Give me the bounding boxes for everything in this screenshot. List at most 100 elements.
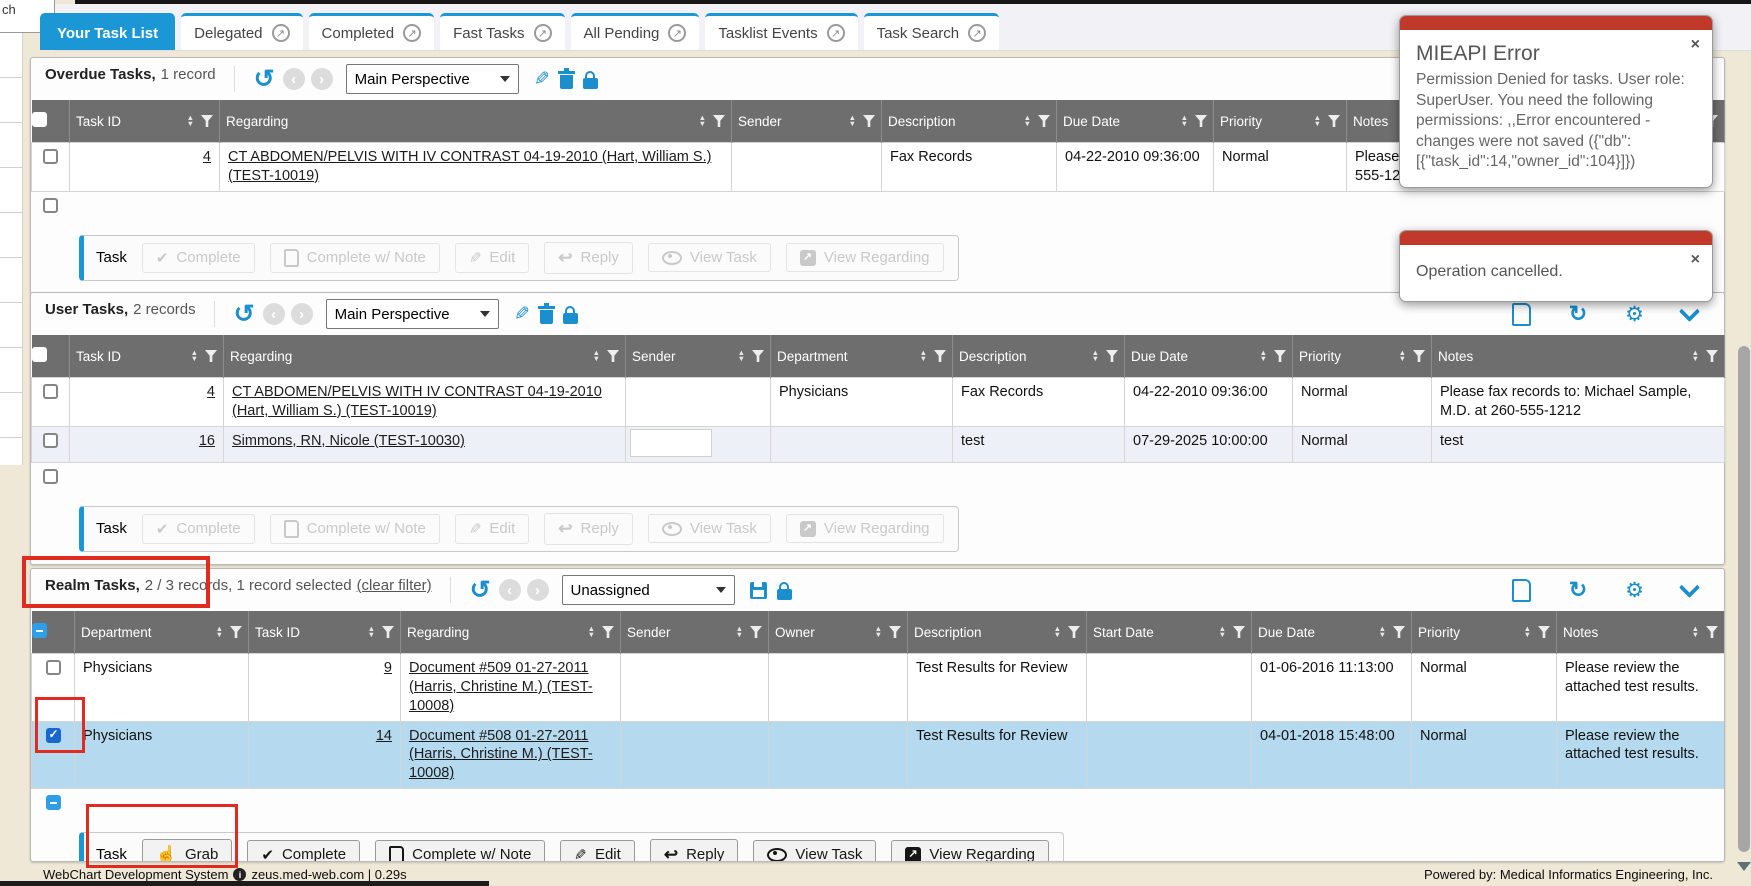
filter-icon[interactable]	[752, 350, 764, 362]
refresh-icon[interactable]	[470, 580, 491, 600]
filter-icon[interactable]	[1538, 626, 1550, 638]
external-link-icon[interactable]	[534, 24, 552, 42]
sort-icon[interactable]	[1379, 626, 1386, 638]
next-perspective-icon[interactable]	[291, 303, 313, 325]
row-checkbox[interactable]	[43, 384, 58, 399]
complete-button[interactable]: Complete	[247, 840, 360, 862]
view-task-button[interactable]: View Task	[648, 243, 771, 272]
sort-icon[interactable]	[1181, 115, 1188, 127]
collapse-chevron-icon[interactable]	[1679, 301, 1700, 322]
row-checkbox[interactable]	[43, 198, 58, 213]
regarding-link[interactable]: CT ABDOMEN/PELVIS WITH IV CONTRAST 04-19…	[228, 149, 711, 184]
select-all-header[interactable]	[32, 611, 75, 654]
filter-icon[interactable]	[934, 350, 946, 362]
sort-icon[interactable]	[875, 626, 882, 638]
new-document-icon[interactable]	[1512, 579, 1531, 602]
complete-w-note-button[interactable]: Complete w/ Note	[270, 243, 440, 273]
filter-icon[interactable]	[1068, 626, 1080, 638]
task-id-link[interactable]: 9	[257, 659, 392, 678]
row-checkbox[interactable]	[43, 433, 58, 448]
row-checkbox[interactable]	[46, 660, 61, 675]
sort-icon[interactable]	[736, 626, 743, 638]
tab-completed[interactable]: Completed	[309, 13, 435, 50]
tab-your-task-list[interactable]: Your Task List	[40, 13, 175, 50]
scrollbar-thumb[interactable]	[1738, 346, 1750, 852]
external-link-icon[interactable]	[827, 24, 845, 42]
regarding-link[interactable]: CT ABDOMEN/PELVIS WITH IV CONTRAST 04-19…	[232, 384, 602, 419]
sort-icon[interactable]	[699, 115, 706, 127]
close-icon[interactable]: ×	[1691, 36, 1700, 54]
sort-icon[interactable]	[216, 626, 223, 638]
filter-icon[interactable]	[750, 626, 762, 638]
sort-icon[interactable]	[593, 350, 600, 362]
reply-button[interactable]: Reply	[544, 242, 633, 274]
row-checkbox[interactable]	[43, 149, 58, 164]
sort-icon[interactable]	[187, 115, 194, 127]
task-id-link[interactable]: 4	[78, 148, 211, 167]
external-link-icon[interactable]	[668, 24, 686, 42]
filter-icon[interactable]	[1233, 626, 1245, 638]
refresh-icon[interactable]	[234, 304, 255, 324]
edit-button[interactable]: Edit	[560, 840, 634, 862]
task-id-link[interactable]: 16	[78, 432, 215, 451]
complete-button[interactable]: Complete	[142, 243, 255, 273]
view-regarding-button[interactable]: View Regarding	[891, 840, 1049, 862]
filter-icon[interactable]	[889, 626, 901, 638]
delete-perspective-icon[interactable]	[540, 310, 553, 324]
regarding-link[interactable]: Simmons, RN, Nicole (TEST-10030)	[232, 433, 465, 449]
scrollbar-down-arrow[interactable]	[1737, 862, 1751, 871]
select-all-header[interactable]	[32, 335, 70, 378]
filter-icon[interactable]	[602, 626, 614, 638]
sort-icon[interactable]	[1692, 350, 1699, 362]
sort-icon[interactable]	[1260, 350, 1267, 362]
filter-icon[interactable]	[607, 350, 619, 362]
select-all-checkbox[interactable]	[32, 623, 47, 638]
reload-icon[interactable]	[1569, 577, 1587, 603]
new-document-icon[interactable]	[1512, 303, 1531, 326]
filter-icon[interactable]	[1393, 626, 1405, 638]
sort-icon[interactable]	[1219, 626, 1226, 638]
tab-tasklist-events[interactable]: Tasklist Events	[705, 13, 857, 50]
external-link-icon[interactable]	[968, 24, 986, 42]
filter-icon[interactable]	[382, 626, 394, 638]
filter-icon[interactable]	[1274, 350, 1286, 362]
select-all-checkbox[interactable]	[32, 347, 47, 362]
task-id-link[interactable]: 4	[78, 383, 215, 402]
tab-task-search[interactable]: Task Search	[864, 13, 1000, 50]
gear-icon[interactable]	[1625, 302, 1644, 327]
edit-button[interactable]: Edit	[455, 514, 529, 544]
filter-icon[interactable]	[205, 350, 217, 362]
filter-icon[interactable]	[1413, 350, 1425, 362]
refresh-icon[interactable]	[254, 69, 275, 89]
info-icon[interactable]	[233, 868, 246, 881]
delete-perspective-icon[interactable]	[560, 75, 573, 89]
complete-button[interactable]: Complete	[142, 514, 255, 544]
save-icon[interactable]	[750, 582, 767, 599]
close-icon[interactable]: ×	[1691, 251, 1700, 269]
select-all-header[interactable]	[32, 100, 70, 143]
filter-icon[interactable]	[1195, 115, 1207, 127]
filter-icon[interactable]	[1038, 115, 1050, 127]
filter-icon[interactable]	[1328, 115, 1340, 127]
complete-w-note-button[interactable]: Complete w/ Note	[375, 840, 545, 862]
regarding-link[interactable]: Document #509 01-27-2011 (Harris, Christ…	[409, 660, 593, 714]
select-all-checkbox[interactable]	[32, 112, 47, 127]
reload-icon[interactable]	[1569, 301, 1587, 327]
filter-icon[interactable]	[201, 115, 213, 127]
sort-icon[interactable]	[1092, 350, 1099, 362]
sort-icon[interactable]	[1314, 115, 1321, 127]
lock-icon[interactable]	[583, 78, 598, 89]
sort-icon[interactable]	[1399, 350, 1406, 362]
sort-icon[interactable]	[191, 350, 198, 362]
external-link-icon[interactable]	[272, 24, 290, 42]
row-checkbox-indeterminate[interactable]	[46, 795, 61, 810]
next-perspective-icon[interactable]	[527, 579, 549, 601]
next-perspective-icon[interactable]	[311, 68, 333, 90]
grab-button[interactable]: Grab	[142, 839, 233, 862]
sort-icon[interactable]	[1692, 626, 1699, 638]
prev-perspective-icon[interactable]	[283, 68, 305, 90]
task-id-link[interactable]: 14	[257, 727, 392, 746]
external-link-icon[interactable]	[403, 24, 421, 42]
prev-perspective-icon[interactable]	[499, 579, 521, 601]
lock-icon[interactable]	[563, 313, 578, 324]
